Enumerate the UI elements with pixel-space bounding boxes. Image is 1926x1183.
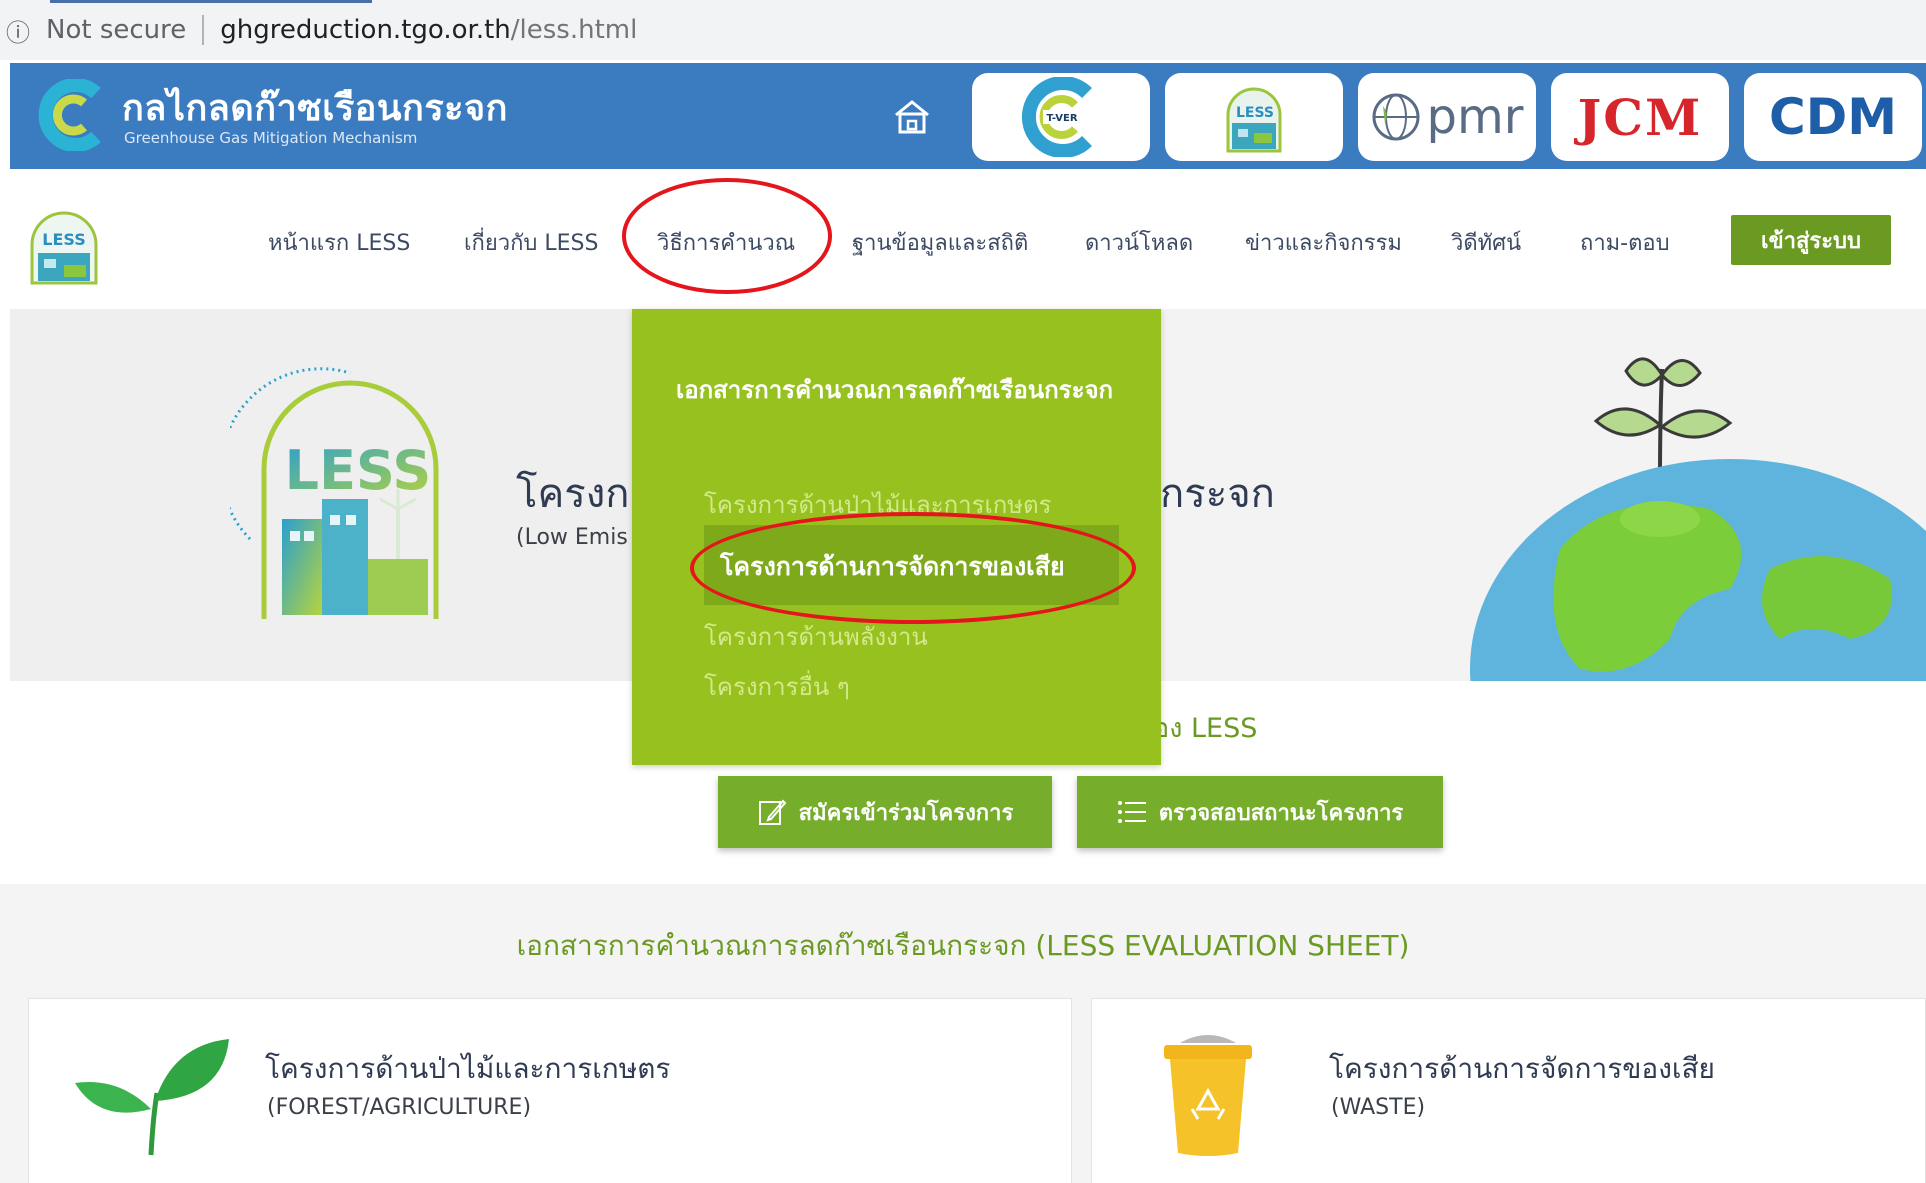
apply-project-label: สมัครเข้าร่วมโครงการ bbox=[798, 800, 1014, 826]
nav-logo-label: LESS bbox=[42, 230, 85, 249]
url-path[interactable]: /less.html bbox=[511, 15, 638, 45]
trash-bin-icon bbox=[1164, 1035, 1252, 1156]
brand-subtitle: Greenhouse Gas Mitigation Mechanism bbox=[124, 129, 418, 147]
main-nav: LESS หน้าแรก LESS เกี่ยวกับ LESS วิธีการ… bbox=[0, 169, 1926, 309]
calculation-dropdown-menu: เอกสารการคำนวณการลดก๊าซเรือนกระจก โครงกา… bbox=[632, 309, 1161, 765]
address-bar[interactable]: ⓘ Not secure ghgreduction.tgo.or.th/less… bbox=[0, 0, 1926, 60]
less-logo-icon[interactable]: LESS bbox=[24, 209, 104, 285]
nav-home-less[interactable]: หน้าแรก LESS bbox=[268, 225, 410, 260]
globe-seedling-icon bbox=[1470, 357, 1926, 681]
leaf-sprout-icon bbox=[75, 1039, 229, 1156]
tver-label: T-VER bbox=[1046, 113, 1077, 124]
dropdown-item-forest[interactable]: โครงการด้านป่าไม้และการเกษตร bbox=[704, 485, 1052, 524]
nav-about-less[interactable]: เกี่ยวกับ LESS bbox=[464, 225, 598, 260]
less-logo-icon: LESS bbox=[1226, 87, 1282, 153]
dropdown-heading: เอกสารการคำนวณการลดก๊าซเรือนกระจก bbox=[676, 376, 1114, 404]
hero-subtitle-start: (Low Emis bbox=[516, 525, 628, 550]
nav-video[interactable]: วิดีทัศน์ bbox=[1451, 225, 1521, 260]
cdm-button[interactable]: CDM bbox=[1744, 73, 1922, 161]
page: ⓘ Not secure ghgreduction.tgo.or.th/less… bbox=[0, 0, 1926, 1183]
jcm-label: JCM bbox=[1577, 87, 1703, 147]
less-badge-icon: LESS bbox=[230, 367, 439, 619]
brand-title[interactable]: กลไกลดก๊าซเรือนกระจก bbox=[122, 79, 508, 136]
less-label: LESS bbox=[1236, 105, 1274, 121]
home-icon[interactable] bbox=[890, 95, 934, 139]
nav-download[interactable]: ดาวน์โหลด bbox=[1085, 225, 1193, 260]
dropdown-item-waste-label: โครงการด้านการจัดการของเสีย bbox=[720, 552, 1065, 581]
address-underline bbox=[50, 0, 372, 3]
forest-card-subtitle: (FOREST/AGRICULTURE) bbox=[267, 1095, 532, 1120]
pmr-button[interactable]: pmr bbox=[1358, 73, 1536, 161]
url-host[interactable]: ghgreduction.tgo.or.th bbox=[220, 15, 511, 45]
dropdown-item-other[interactable]: โครงการอื่น ๆ bbox=[704, 667, 850, 706]
site-header: กลไกลดก๊าซเรือนกระจก Greenhouse Gas Miti… bbox=[10, 63, 1926, 169]
info-icon[interactable]: ⓘ bbox=[6, 13, 32, 48]
waste-card[interactable]: โครงการด้านการจัดการของเสีย (WASTE) bbox=[1091, 998, 1926, 1183]
tver-button[interactable]: T-VER bbox=[972, 73, 1150, 161]
tver-logo-icon: T-VER bbox=[1022, 77, 1092, 157]
nav-faq[interactable]: ถาม-ตอบ bbox=[1580, 225, 1670, 260]
edit-icon bbox=[758, 799, 787, 825]
list-icon bbox=[1117, 801, 1146, 823]
check-status-button[interactable]: ตรวจสอบสถานะโครงการ bbox=[1077, 776, 1443, 848]
evaluation-heading: เอกสารการคำนวณการลดก๊าซเรือนกระจก (LESS … bbox=[516, 929, 1410, 962]
check-status-label: ตรวจสอบสถานะโครงการ bbox=[1158, 800, 1404, 826]
pmr-label: pmr bbox=[1426, 89, 1524, 145]
login-button[interactable]: เข้าสู่ระบบ bbox=[1731, 215, 1891, 265]
forest-card-title: โครงการด้านป่าไม้และการเกษตร bbox=[265, 1052, 671, 1085]
tgo-logo-icon[interactable] bbox=[38, 79, 108, 151]
dropdown-item-waste[interactable]: โครงการด้านการจัดการของเสีย bbox=[704, 525, 1119, 605]
evaluation-section: เอกสารการคำนวณการลดก๊าซเรือนกระจก (LESS … bbox=[0, 884, 1926, 1183]
less-button[interactable]: LESS bbox=[1165, 73, 1343, 161]
globe-icon bbox=[1372, 93, 1420, 141]
nav-database-stats[interactable]: ฐานข้อมูลและสถิติ bbox=[852, 225, 1028, 260]
waste-card-title: โครงการด้านการจัดการของเสีย bbox=[1329, 1052, 1715, 1085]
address-divider bbox=[202, 15, 205, 45]
forest-agriculture-card[interactable]: โครงการด้านป่าไม้และการเกษตร (FOREST/AGR… bbox=[28, 998, 1072, 1183]
jcm-button[interactable]: JCM bbox=[1551, 73, 1729, 161]
dropdown-item-energy[interactable]: โครงการด้านพลังงาน bbox=[704, 617, 928, 656]
waste-card-subtitle: (WASTE) bbox=[1331, 1095, 1426, 1120]
hero-title-end: กระจก bbox=[1160, 471, 1275, 517]
security-label[interactable]: Not secure bbox=[46, 15, 186, 45]
apply-project-button[interactable]: สมัครเข้าร่วมโครงการ bbox=[718, 776, 1052, 848]
tagline-end: อง LESS bbox=[1153, 713, 1258, 744]
nav-calculation-method[interactable]: วิธีการคำนวณ bbox=[657, 225, 795, 260]
cdm-label: CDM bbox=[1769, 88, 1897, 146]
badge-less-label: LESS bbox=[285, 439, 432, 502]
nav-news-activities[interactable]: ข่าวและกิจกรรม bbox=[1245, 225, 1402, 260]
